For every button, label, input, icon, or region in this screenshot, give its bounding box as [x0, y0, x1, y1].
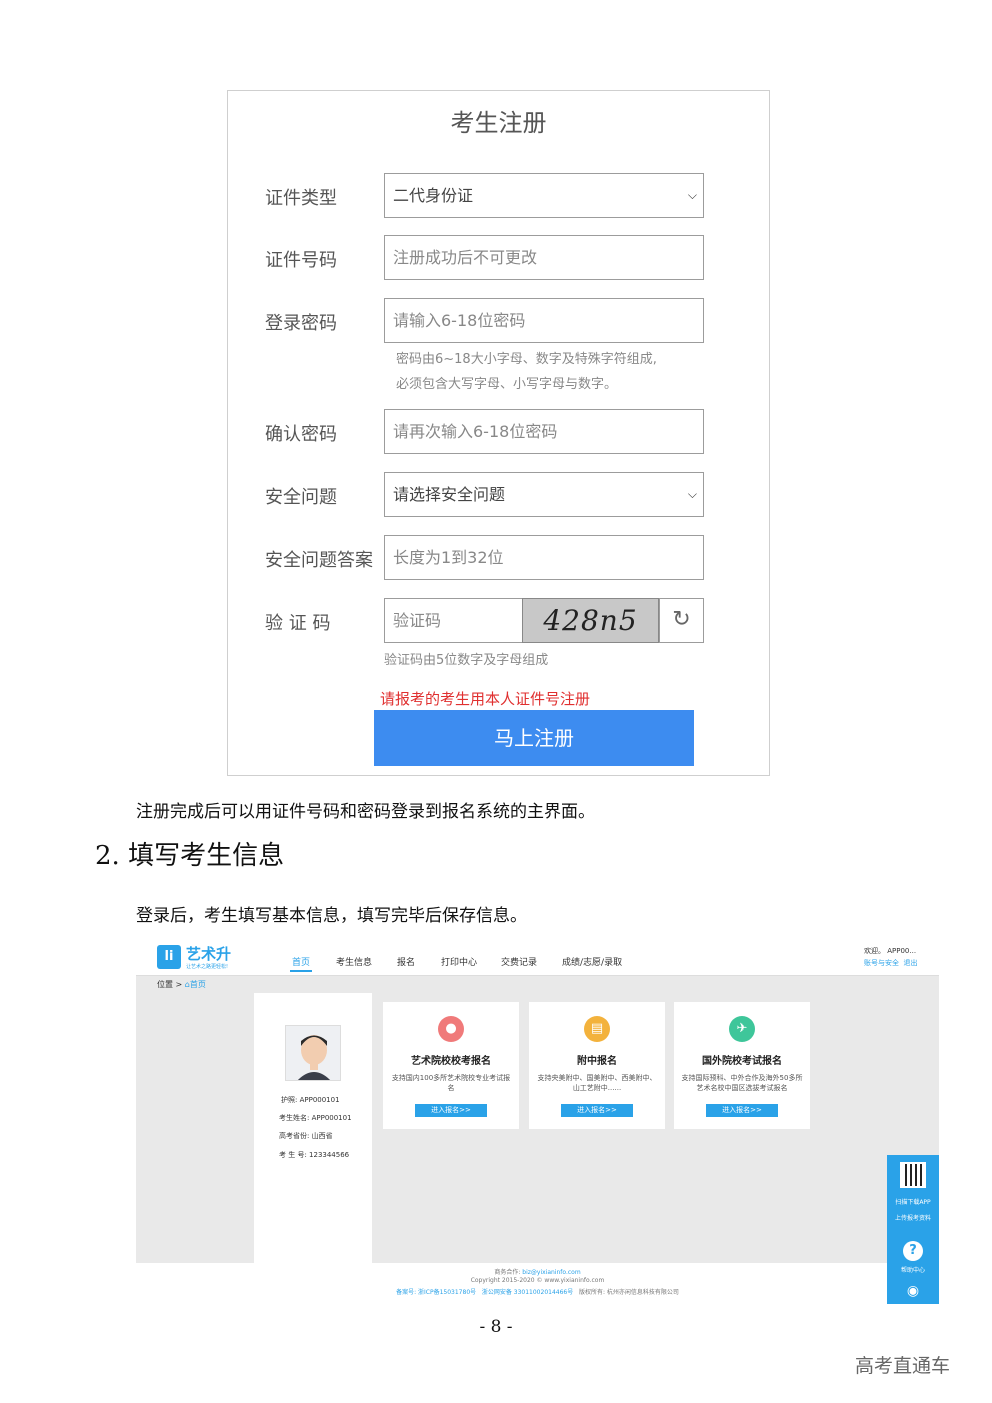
question-label: 安全问题 [265, 487, 337, 508]
help-icon[interactable]: ? [903, 1241, 923, 1261]
confirm-input[interactable]: 请再次输入6-18位密码 [384, 409, 704, 454]
page-number: - 8 - [479, 1317, 513, 1337]
question-value: 请选择安全问题 [393, 485, 506, 504]
breadcrumb: 位置 > ⌂首页 [157, 979, 206, 990]
footer-biz: 商务合作: biz@yixianinfo.com [136, 1267, 939, 1276]
profile-province: 高考省份: 山西省 [279, 1132, 333, 1140]
enter-register-button[interactable]: 进入报名>> [706, 1104, 778, 1117]
id-type-label: 证件类型 [265, 188, 337, 209]
card-affiliated-school: ▤ 附中报名 支持央美附中、国美附中、西美附中、山工艺附中...... 进入报名… [529, 1002, 665, 1129]
card-desc: 支持国际预科、中外合作及海外50多所艺术名校中国区选拔考试报名 [681, 1074, 803, 1092]
card-overseas-school: ✈ 国外院校考试报名 支持国际预科、中外合作及海外50多所艺术名校中国区选拔考试… [674, 1002, 810, 1129]
breadcrumb-home[interactable]: ⌂首页 [185, 980, 206, 989]
password-hint-1: 密码由6~18大小字母、数字及特殊字符组成, [396, 352, 657, 367]
card-desc: 支持央美附中、国美附中、西美附中、山工艺附中...... [537, 1074, 657, 1092]
nav-student-info[interactable]: 考生信息 [336, 955, 372, 968]
download-app-link[interactable]: 扫描下载APP [887, 1197, 939, 1206]
profile-exam-no: 考 生 号: 123344566 [279, 1151, 350, 1159]
reg-title: 考生注册 [450, 109, 547, 137]
id-no-input[interactable]: 注册成功后不可更改 [384, 235, 704, 280]
logout-link[interactable]: 退出 [903, 959, 917, 967]
card-art-school: ● 艺术院校校考报名 支持国内100多所艺术院校专业考试报名 进入报名>> [383, 1002, 519, 1129]
headset-icon[interactable]: ◉ [887, 1283, 939, 1299]
airplane-icon: ✈ [729, 1016, 755, 1042]
profile-name: 考生姓名: APP000101 [279, 1114, 352, 1122]
profile-panel: 护照: APP000101 考生姓名: APP000101 高考省份: 山西省 … [254, 993, 372, 1263]
section-heading: 2. 填写考生信息 [95, 841, 285, 871]
card-title: 附中报名 [577, 1056, 617, 1067]
refresh-icon[interactable]: ↻ [659, 598, 704, 643]
password-hint-2: 必须包含大写字母、小写字母与数字。 [396, 377, 618, 392]
nav-register[interactable]: 报名 [397, 955, 415, 968]
account-security-link[interactable]: 账号与安全 [864, 959, 899, 967]
account-links: 账号与安全 退出 [864, 958, 917, 968]
chevron-down-icon: ⌵ [687, 188, 697, 202]
footer-records: 备案号: 浙ICP备15031780号 浙公网安备 33011002014466… [136, 1287, 939, 1296]
card-desc: 支持国内100多所艺术院校专业考试报名 [391, 1074, 511, 1092]
card-title: 国外院校考试报名 [702, 1056, 782, 1067]
nav-payment-records[interactable]: 交费记录 [501, 955, 537, 968]
registration-form: 考生注册 证件类型 二代身份证 ⌵ 证件号码 注册成功后不可更改 登录密码 请输… [227, 90, 770, 776]
upload-materials-link[interactable]: 上传报考资料 [887, 1213, 939, 1222]
captcha-label: 验 证 码 [265, 613, 331, 634]
watermark: 高考直通车 [855, 1355, 951, 1377]
card-title: 艺术院校校考报名 [411, 1056, 491, 1067]
footer-owner: 版权所有: 杭州亦闲信息科技有限公司 [578, 1289, 679, 1296]
confirm-label: 确认密码 [265, 424, 337, 445]
book-icon: ▤ [584, 1016, 610, 1042]
app-footer: 商务合作: biz@yixianinfo.com Copyright 2015-… [136, 1263, 939, 1304]
answer-label: 安全问题答案 [265, 550, 373, 571]
captcha-hint: 验证码由5位数字及字母组成 [384, 653, 549, 668]
nav-home[interactable]: 首页 [292, 955, 310, 968]
logo-slogan: 让艺术之路更轻松! [186, 964, 229, 970]
nav-results[interactable]: 成绩/志愿/录取 [562, 955, 622, 968]
profile-passport: 护照: APP000101 [281, 1096, 340, 1104]
app-screenshot: li 艺术升 让艺术之路更轻松! 首页 考生信息 报名 打印中心 交费记录 成绩… [136, 937, 939, 1304]
app-header: li 艺术升 让艺术之路更轻松! 首页 考生信息 报名 打印中心 交费记录 成绩… [136, 937, 939, 976]
password-input[interactable]: 请输入6-18位密码 [384, 298, 704, 343]
welcome-text: 欢迎。 APP00... [864, 947, 917, 955]
id-no-label: 证件号码 [265, 250, 337, 271]
nav-print-center[interactable]: 打印中心 [441, 955, 477, 968]
paragraph-1: 注册完成后可以用证件号码和密码登录到报名系统的主界面。 [136, 802, 595, 822]
logo-icon: li [157, 945, 181, 969]
nav-active-underline [290, 970, 312, 972]
password-label: 登录密码 [265, 313, 337, 334]
avatar [285, 1025, 341, 1081]
logo-text: 艺术升 [186, 945, 232, 963]
breadcrumb-label: 位置 > [157, 980, 183, 989]
answer-input[interactable]: 长度为1到32位 [384, 535, 704, 580]
user-icon: ● [438, 1016, 464, 1042]
paragraph-2: 登录后，考生填写基本信息，填写完毕后保存信息。 [136, 906, 527, 926]
enter-register-button[interactable]: 进入报名>> [415, 1104, 487, 1117]
qr-code-icon [900, 1162, 926, 1188]
captcha-image: 428n5 [522, 598, 659, 643]
enter-register-button[interactable]: 进入报名>> [561, 1104, 633, 1117]
register-button[interactable]: 马上注册 [374, 710, 694, 766]
captcha-input[interactable]: 验证码 [384, 598, 524, 643]
warning-text: 请报考的考生用本人证件号注册 [380, 690, 591, 708]
chevron-down-icon: ⌵ [687, 487, 697, 501]
breadcrumb-home-label: 首页 [189, 980, 206, 989]
footer-icp[interactable]: 备案号: 浙ICP备15031780号 [396, 1289, 476, 1296]
footer-biz-label: 商务合作: [494, 1269, 521, 1276]
side-toolbar: 扫描下载APP 上传报考资料 ? 帮助中心 ◉ [887, 1155, 939, 1304]
footer-police[interactable]: 浙公网安备 33011002014466号 [482, 1289, 573, 1296]
id-type-value: 二代身份证 [393, 186, 474, 205]
question-select[interactable]: 请选择安全问题 ⌵ [384, 472, 704, 517]
footer-copyright: Copyright 2015-2020 © www.yixianinfo.com [470, 1277, 605, 1284]
footer-biz-email[interactable]: biz@yixianinfo.com [522, 1269, 580, 1276]
id-type-select[interactable]: 二代身份证 ⌵ [384, 173, 704, 218]
help-center-link[interactable]: 帮助中心 [887, 1265, 939, 1274]
